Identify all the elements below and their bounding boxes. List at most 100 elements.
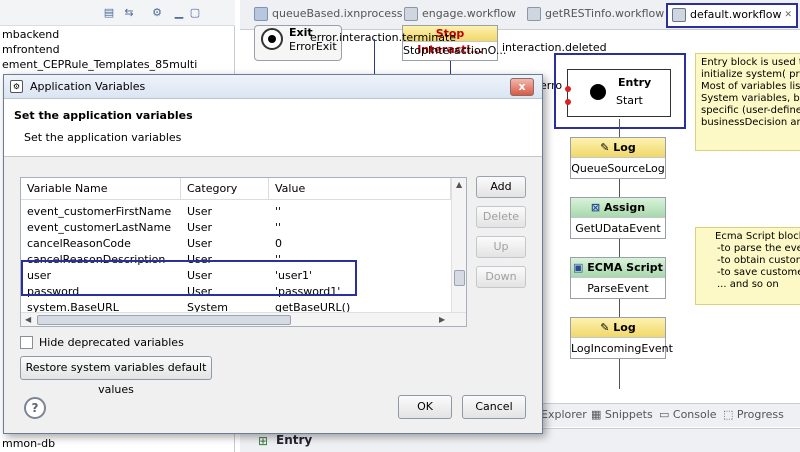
hide-deprecated-label[interactable]: Hide deprecated variables bbox=[39, 336, 184, 349]
node-title: ✎ Log bbox=[571, 318, 665, 338]
close-button[interactable]: x bbox=[510, 78, 534, 96]
horizontal-scrollbar[interactable]: ◀ ▶ bbox=[21, 312, 466, 326]
node-label: Start bbox=[616, 94, 643, 107]
node-label: LogIncomingEvent bbox=[571, 342, 673, 355]
tab-label: queueBased.ixnprocess bbox=[272, 7, 403, 20]
column-header-category[interactable]: Category bbox=[181, 178, 269, 200]
vertical-scroll-thumb[interactable] bbox=[454, 270, 465, 286]
ecma-note: Ecma Script block -to parse the eve -to … bbox=[695, 227, 800, 305]
snippets-icon: ▦ bbox=[591, 408, 605, 421]
table-row[interactable]: event_customerFirstName User '' bbox=[21, 204, 451, 220]
pencil-icon: ✎ bbox=[600, 321, 614, 334]
cell-category: User bbox=[187, 205, 213, 218]
tab-console[interactable]: ▭ Console bbox=[659, 408, 717, 421]
node-label: GetUDataEvent bbox=[575, 222, 661, 235]
tab-default-workflow[interactable]: default.workflow ✕ bbox=[666, 3, 798, 28]
horizontal-scroll-thumb[interactable] bbox=[37, 315, 291, 325]
vertical-scrollbar[interactable]: ▲ bbox=[451, 178, 466, 312]
process-file-icon bbox=[254, 7, 268, 21]
entry-port bbox=[565, 86, 571, 92]
cell-value: 0 bbox=[275, 237, 282, 250]
tab-queuebased[interactable]: queueBased.ixnprocess bbox=[250, 4, 403, 26]
properties-title: Entry bbox=[276, 433, 313, 447]
dialog-title: Application Variables bbox=[30, 80, 146, 93]
entry-port bbox=[565, 99, 571, 105]
assign-node[interactable]: ⊠ Assign GetUDataEvent bbox=[570, 197, 666, 239]
node-label: QueueSourceLog bbox=[571, 162, 665, 175]
entry-node[interactable]: Entry Start bbox=[567, 69, 671, 117]
cell-category: User bbox=[187, 237, 213, 250]
entry-start-icon bbox=[590, 84, 606, 100]
help-icon[interactable]: ? bbox=[24, 397, 46, 419]
exit-icon bbox=[261, 28, 283, 50]
flow-connector bbox=[619, 299, 620, 319]
tab-label: engage.workflow bbox=[422, 7, 516, 20]
error-transition-label: error.interaction.terminate bbox=[310, 31, 457, 44]
delete-button[interactable]: Delete bbox=[476, 206, 526, 228]
table-row[interactable]: event_customerLastName User '' bbox=[21, 220, 451, 236]
ecma-script-node[interactable]: ▣ ECMA Script ParseEvent bbox=[570, 257, 666, 299]
link-with-editor-icon[interactable]: ⇆ bbox=[122, 6, 136, 20]
down-button[interactable]: Down bbox=[476, 266, 526, 288]
tab-label: getRESTinfo.workflow bbox=[545, 7, 665, 20]
tree-item[interactable]: mmon-db bbox=[2, 437, 55, 450]
column-header-name[interactable]: Variable Name bbox=[21, 178, 181, 200]
tree-item[interactable]: ement_CEPRule_Templates_85multi bbox=[2, 58, 197, 71]
workflow-file-icon bbox=[527, 7, 541, 21]
bottom-views-tabs: Explorer ▦ Snippets ▭ Console ⬚ Progress bbox=[535, 403, 800, 427]
flow-connector bbox=[619, 119, 620, 139]
explorer-toolbar: ▤ ⇆ ⚙ ▁ ▢ bbox=[0, 0, 235, 26]
node-title: ⊠ Assign bbox=[571, 198, 665, 218]
node-title: ▣ ECMA Script bbox=[571, 258, 665, 278]
flow-connector bbox=[619, 359, 620, 389]
column-header-value[interactable]: Value bbox=[269, 178, 451, 200]
workflow-file-icon bbox=[404, 7, 418, 21]
cancel-button[interactable]: Cancel bbox=[462, 395, 526, 419]
view-menu-icon[interactable]: ⚙ bbox=[150, 6, 164, 20]
up-button[interactable]: Up bbox=[476, 236, 526, 258]
log-node-queue-source[interactable]: ✎ Log QueueSourceLog bbox=[570, 137, 666, 179]
cell-category: User bbox=[187, 221, 213, 234]
tab-explorer[interactable]: Explorer bbox=[541, 408, 587, 421]
user-password-highlight bbox=[21, 260, 357, 296]
scroll-right-icon[interactable]: ▶ bbox=[439, 315, 445, 324]
console-icon: ▭ bbox=[659, 408, 673, 421]
ok-button[interactable]: OK bbox=[398, 395, 452, 419]
cell-name: event_customerLastName bbox=[27, 221, 171, 234]
maximize-icon[interactable]: ▢ bbox=[188, 6, 202, 20]
tab-getrestinfo[interactable]: getRESTinfo.workflow bbox=[523, 4, 664, 26]
minimize-icon[interactable]: ▁ bbox=[172, 6, 186, 20]
cell-name: event_customerFirstName bbox=[27, 205, 172, 218]
collapse-all-icon[interactable]: ▤ bbox=[102, 6, 116, 20]
restore-defaults-button[interactable]: Restore system variables default values bbox=[20, 356, 212, 396]
assign-icon: ⊠ bbox=[590, 201, 604, 214]
scroll-up-icon[interactable]: ▲ bbox=[456, 180, 462, 189]
tab-progress[interactable]: ⬚ Progress bbox=[723, 408, 784, 421]
table-row[interactable]: cancelReasonCode User 0 bbox=[21, 236, 451, 252]
ecma-icon: ▣ bbox=[573, 261, 588, 274]
flow-connector bbox=[619, 239, 620, 259]
log-node-incoming-event[interactable]: ✎ Log LogIncomingEvent bbox=[570, 317, 673, 359]
tree-item[interactable]: mfrontend bbox=[2, 43, 60, 56]
close-tab-icon[interactable]: ✕ bbox=[784, 5, 792, 25]
tree-item[interactable]: mbackend bbox=[2, 28, 59, 41]
node-title: ✎ Log bbox=[571, 138, 665, 158]
tab-label: default.workflow bbox=[690, 8, 782, 21]
add-button[interactable]: Add bbox=[476, 176, 526, 198]
application-variables-dialog: ⚙ Application Variables x Set the applic… bbox=[3, 74, 543, 434]
tab-engage[interactable]: engage.workflow bbox=[400, 4, 516, 26]
dialog-header: Set the application variables Set the ap… bbox=[4, 99, 542, 157]
tab-snippets[interactable]: ▦ Snippets bbox=[591, 408, 653, 421]
progress-icon: ⬚ bbox=[723, 408, 737, 421]
hide-deprecated-checkbox[interactable] bbox=[20, 336, 33, 349]
pencil-icon: ✎ bbox=[600, 141, 614, 154]
app-icon: ⚙ bbox=[10, 80, 23, 93]
scroll-left-icon[interactable]: ◀ bbox=[25, 315, 31, 324]
cell-value: '' bbox=[275, 221, 282, 234]
flow-connector bbox=[619, 179, 620, 199]
cell-value: '' bbox=[275, 205, 282, 218]
dialog-titlebar[interactable]: ⚙ Application Variables x bbox=[4, 75, 542, 99]
header-title: Set the application variables bbox=[14, 109, 193, 122]
variables-table[interactable]: Variable Name Category Value event_custo… bbox=[20, 177, 467, 327]
workflow-file-icon bbox=[672, 8, 686, 22]
